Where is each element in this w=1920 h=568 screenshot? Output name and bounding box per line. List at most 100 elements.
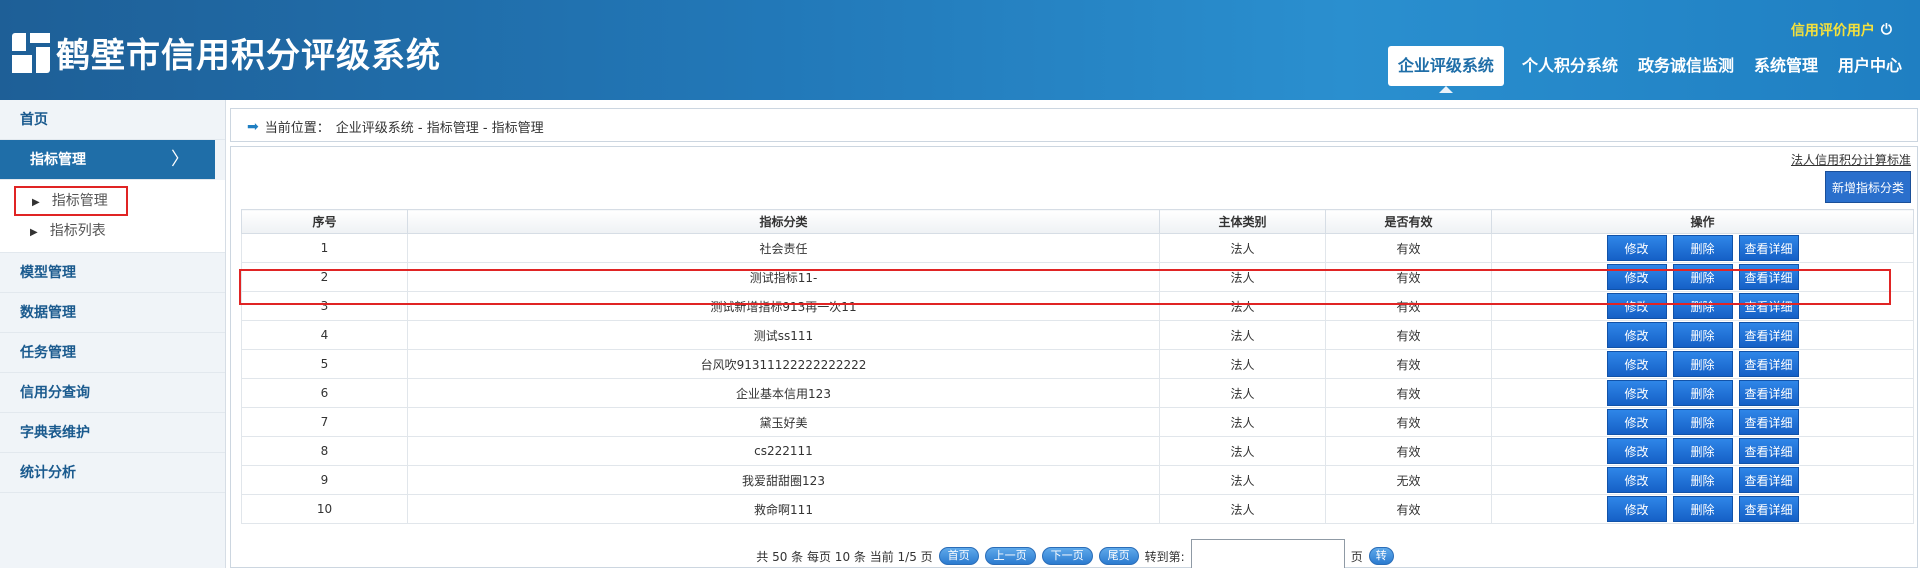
delete-button[interactable]: 删除 — [1672, 496, 1733, 522]
last-page-button[interactable]: 尾页 — [1098, 547, 1139, 565]
detail-button[interactable]: 查看详细 — [1738, 496, 1799, 522]
edit-button[interactable]: 修改 — [1606, 322, 1667, 348]
pager-summary: 共 50 条 每页 10 条 当前 1/5 页 — [756, 549, 933, 564]
prev-page-button[interactable]: 上一页 — [984, 547, 1036, 565]
detail-button[interactable]: 查看详细 — [1738, 351, 1799, 377]
sidebar-item-statistics[interactable]: 统计分析 — [0, 453, 225, 493]
user-menu[interactable]: 信用评价用户 ⏻ — [1791, 20, 1892, 40]
nav-user-center[interactable]: 用户中心 — [1828, 46, 1912, 86]
table-header-row: 序号 指标分类 主体类别 是否有效 操作 — [241, 209, 1914, 234]
detail-button[interactable]: 查看详细 — [1738, 264, 1799, 290]
action-group: 修改 删除 查看详细 — [1492, 351, 1913, 377]
content-panel: 法人信用积分计算标准 新增指标分类 序号 指标分类 主体类别 是否有效 操作 1… — [230, 146, 1918, 568]
cell-no: 8 — [241, 436, 408, 466]
delete-button[interactable]: 删除 — [1672, 409, 1733, 435]
top-nav: 企业评级系统 个人积分系统 政务诚信监测 系统管理 用户中心 — [1387, 46, 1920, 93]
detail-button[interactable]: 查看详细 — [1738, 467, 1799, 493]
sidebar-item-data-management[interactable]: 数据管理 — [0, 293, 225, 333]
cell-valid: 有效 — [1325, 291, 1492, 321]
cell-valid: 有效 — [1325, 407, 1492, 437]
detail-button[interactable]: 查看详细 — [1738, 409, 1799, 435]
header-valid: 是否有效 — [1325, 209, 1492, 234]
edit-button[interactable]: 修改 — [1606, 293, 1667, 319]
cell-valid: 有效 — [1325, 320, 1492, 350]
delete-button[interactable]: 删除 — [1672, 467, 1733, 493]
edit-button[interactable]: 修改 — [1606, 496, 1667, 522]
next-page-button[interactable]: 下一页 — [1041, 547, 1093, 565]
cell-no: 3 — [241, 291, 408, 321]
delete-button[interactable]: 删除 — [1672, 235, 1733, 261]
cell-actions: 修改 删除 查看详细 — [1491, 233, 1914, 263]
nav-personal-points[interactable]: 个人积分系统 — [1512, 46, 1628, 86]
cell-actions: 修改 删除 查看详细 — [1491, 407, 1914, 437]
detail-button[interactable]: 查看详细 — [1738, 438, 1799, 464]
edit-button[interactable]: 修改 — [1606, 467, 1667, 493]
edit-button[interactable]: 修改 — [1606, 351, 1667, 377]
first-page-button[interactable]: 首页 — [938, 547, 979, 565]
detail-button[interactable]: 查看详细 — [1738, 293, 1799, 319]
sidebar: 首页 指标管理 〉 ▶ 指标管理 ▶ 指标列表 模型管理 数据管理 任务管理 信用分… — [0, 100, 226, 568]
detail-button[interactable]: 查看详细 — [1738, 235, 1799, 261]
nav-government-integrity[interactable]: 政务诚信监测 — [1628, 46, 1744, 86]
goto-page-input[interactable] — [1190, 539, 1345, 568]
edit-button[interactable]: 修改 — [1606, 380, 1667, 406]
cell-subject: 法人 — [1159, 494, 1326, 524]
breadcrumb: ➡ 当前位置： 企业评级系统 - 指标管理 - 指标管理 — [247, 117, 544, 137]
action-group: 修改 删除 查看详细 — [1492, 264, 1913, 290]
sidebar-item-model-management[interactable]: 模型管理 — [0, 253, 225, 293]
header-category: 指标分类 — [407, 209, 1160, 234]
cell-no: 7 — [241, 407, 408, 437]
delete-button[interactable]: 删除 — [1672, 264, 1733, 290]
subitem-label: 指标管理 — [51, 193, 108, 209]
power-icon[interactable]: ⏻ — [1881, 22, 1892, 38]
delete-button[interactable]: 删除 — [1672, 322, 1733, 348]
triangle-right-icon: ▶ — [30, 227, 38, 238]
table-row: 2 测试指标11- 法人 有效 修改 删除 查看详细 — [241, 262, 1914, 292]
cell-no: 5 — [241, 349, 408, 379]
sidebar-subitem-indicator-management[interactable]: ▶ 指标管理 — [14, 186, 128, 216]
edit-button[interactable]: 修改 — [1606, 264, 1667, 290]
sidebar-item-credit-query[interactable]: 信用分查询 — [0, 373, 225, 413]
detail-button[interactable]: 查看详细 — [1738, 380, 1799, 406]
nav-system-management[interactable]: 系统管理 — [1744, 46, 1828, 86]
cell-actions: 修改 删除 查看详细 — [1491, 320, 1914, 350]
delete-button[interactable]: 删除 — [1672, 438, 1733, 464]
sidebar-item-home[interactable]: 首页 — [0, 100, 225, 140]
delete-button[interactable]: 删除 — [1672, 351, 1733, 377]
cell-subject: 法人 — [1159, 465, 1326, 495]
logo: 鹤壁市信用积分评级系统 — [12, 28, 441, 77]
header-no: 序号 — [241, 209, 408, 234]
goto-button[interactable]: 转 — [1368, 547, 1394, 565]
add-category-button[interactable]: 新增指标分类 — [1824, 171, 1911, 203]
delete-button[interactable]: 删除 — [1672, 380, 1733, 406]
subitem-label: 指标列表 — [49, 223, 106, 239]
action-group: 修改 删除 查看详细 — [1492, 438, 1913, 464]
sidebar-item-label: 指标管理 — [30, 152, 86, 168]
delete-button[interactable]: 删除 — [1672, 293, 1733, 319]
cell-valid: 无效 — [1325, 465, 1492, 495]
cell-subject: 法人 — [1159, 320, 1326, 350]
nav-enterprise-rating[interactable]: 企业评级系统 — [1387, 46, 1504, 93]
cell-no: 10 — [241, 494, 408, 524]
cell-no: 4 — [241, 320, 408, 350]
triangle-right-icon: ▶ — [32, 197, 40, 208]
cell-actions: 修改 删除 查看详细 — [1491, 436, 1914, 466]
standard-link[interactable]: 法人信用积分计算标准 — [1791, 151, 1911, 168]
sidebar-item-task-management[interactable]: 任务管理 — [0, 333, 225, 373]
detail-button[interactable]: 查看详细 — [1738, 322, 1799, 348]
cell-actions: 修改 删除 查看详细 — [1491, 349, 1914, 379]
cell-subject: 法人 — [1159, 291, 1326, 321]
table-row: 8 cs222111 法人 有效 修改 删除 查看详细 — [241, 436, 1914, 466]
cell-category: 企业基本信用123 — [407, 378, 1160, 408]
cell-category: 台风吹91311122222222222 — [407, 349, 1160, 379]
sidebar-item-dictionary[interactable]: 字典表维护 — [0, 413, 225, 453]
cell-subject: 法人 — [1159, 436, 1326, 466]
edit-button[interactable]: 修改 — [1606, 409, 1667, 435]
goto-label: 转到第: — [1144, 549, 1185, 564]
edit-button[interactable]: 修改 — [1606, 235, 1667, 261]
chevron-right-icon: 〉 — [171, 149, 189, 170]
edit-button[interactable]: 修改 — [1606, 438, 1667, 464]
sidebar-item-indicator-management[interactable]: 指标管理 〉 — [0, 140, 215, 180]
sidebar-subitem-indicator-list[interactable]: ▶ 指标列表 — [0, 216, 225, 246]
cell-no: 1 — [241, 233, 408, 263]
